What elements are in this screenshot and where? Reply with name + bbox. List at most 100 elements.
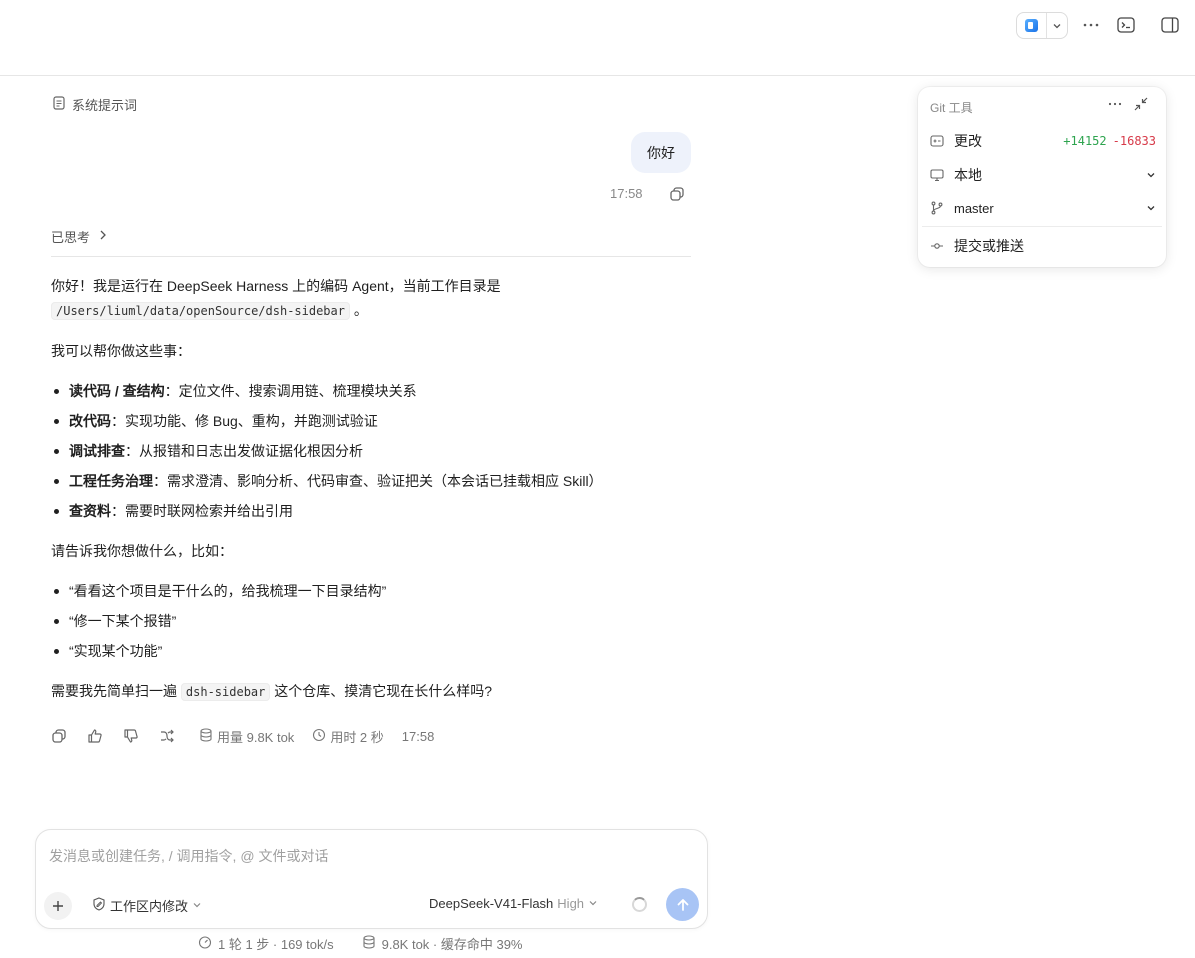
steps-text: 1 轮 1 步 · 169 tok/s (218, 937, 334, 952)
model-selector[interactable]: DeepSeek-V41-Flash High (429, 896, 598, 911)
answer-closing: 需要我先简单扫一遍 dsh-sidebar 这个仓库、摸清它现在长什么样吗? (51, 679, 711, 704)
list-item: 工程任务治理：需求澄清、影响分析、代码审查、验证把关（本会话已挂载相应 Skil… (51, 469, 711, 493)
examples-heading: 请告诉我你想做什么，比如： (51, 543, 233, 559)
gauge-icon (198, 935, 212, 952)
intro-end: 。 (353, 302, 368, 318)
more-horizontal-icon[interactable] (1108, 97, 1126, 113)
steps-stat: 1 轮 1 步 · 169 tok/s (198, 934, 334, 953)
capability-desc: ：需求澄清、影响分析、代码审查、验证把关（本会话已挂载相应 Skill） (153, 473, 603, 489)
capability-title: 工程任务治理 (69, 473, 153, 489)
chevron-down-icon[interactable] (1047, 21, 1067, 31)
answer-actions: 用量 9.8K tok 用时 2 秒 17:58 (51, 727, 452, 745)
capability-title: 调试排查 (69, 443, 125, 459)
usage-stat: 用量 9.8K tok (199, 727, 294, 746)
duration-text: 用时 2 秒 (330, 729, 384, 745)
duration-stat: 用时 2 秒 (312, 727, 384, 746)
database-icon (199, 727, 213, 745)
additions-count: +14152 (1063, 134, 1107, 148)
list-item: “看看这个项目是干什么的，给我梳理一下目录结构” (51, 579, 711, 603)
commit-push-label: 提交或推送 (954, 238, 1024, 254)
list-item: “修一下某个报错” (51, 609, 711, 633)
capabilities-list: 读代码 / 查结构：定位文件、搜索调用链、梳理模块关系 改代码：实现功能、修 B… (51, 379, 711, 523)
git-branch-row[interactable]: master (930, 197, 1156, 219)
system-prompt-label: 系统提示词 (72, 98, 138, 113)
repo-code: dsh-sidebar (180, 683, 271, 701)
working-dir-code: /Users/liuml/data/openSource/dsh-sidebar (51, 302, 350, 320)
answer-intro: 你好！我是运行在 DeepSeek Harness 上的编码 Agent，当前工… (51, 274, 711, 323)
branch-label: master (954, 200, 994, 216)
message-composer[interactable]: 发消息或创建任务, / 调用指令, @ 文件或对话 工作区内修改 DeepSee… (35, 829, 708, 929)
assistant-answer: 你好！我是运行在 DeepSeek Harness 上的编码 Agent，当前工… (51, 274, 711, 704)
capability-desc: ：从报错和日志出发做证据化根因分析 (125, 443, 363, 459)
git-commit-icon (930, 238, 946, 254)
user-message-time: 17:58 (610, 186, 643, 201)
capability-desc: ：需要时联网检索并给出引用 (111, 503, 293, 519)
chevron-down-icon[interactable] (1146, 203, 1156, 213)
database-icon (362, 935, 376, 952)
loading-spinner-icon (632, 897, 647, 912)
capability-title: 读代码 / 查结构 (69, 383, 165, 399)
capabilities-heading: 我可以帮你做这些事： (51, 343, 191, 359)
git-location-row[interactable]: 本地 (930, 164, 1156, 186)
user-message-bubble: 你好 (631, 132, 691, 173)
location-label: 本地 (954, 167, 982, 183)
session-stats: 1 轮 1 步 · 169 tok/s 9.8K tok · 缓存命中 39% (198, 934, 551, 953)
chevron-down-icon (192, 898, 202, 913)
copy-icon[interactable] (51, 728, 67, 744)
more-horizontal-icon[interactable] (1080, 14, 1102, 36)
scope-label: 工作区内修改 (110, 899, 189, 914)
chevron-down-icon[interactable] (1146, 170, 1156, 180)
closing-text: 需要我先简单扫一遍 (51, 683, 177, 699)
list-item: “实现某个功能” (51, 639, 711, 663)
model-name: DeepSeek-V41-Flash (429, 896, 554, 911)
message-input[interactable]: 发消息或创建任务, / 调用指令, @ 文件或对话 (49, 846, 328, 866)
copy-icon[interactable] (669, 186, 685, 202)
top-bar (0, 0, 1195, 76)
terminal-icon[interactable] (1115, 14, 1137, 36)
git-branch-icon (930, 200, 946, 216)
divider (922, 226, 1162, 227)
clock-icon (312, 728, 326, 745)
closing-text-end: 这个仓库、摸清它现在长什么样吗? (274, 683, 493, 699)
thumbs-up-icon[interactable] (87, 728, 103, 744)
git-tools-panel: Git 工具 更改 +14152 -16833 本地 master 提交或推送 (918, 87, 1166, 267)
git-changes-row[interactable]: 更改 +14152 -16833 (930, 130, 1156, 152)
branch-shuffle-icon[interactable] (159, 728, 175, 744)
chevron-down-icon (588, 896, 598, 911)
app-switch-icon[interactable] (1017, 13, 1047, 38)
system-prompt-toggle[interactable]: 系统提示词 (52, 95, 137, 114)
model-level: High (557, 896, 585, 911)
changes-label: 更改 (954, 133, 982, 149)
deletions-count: -16833 (1112, 134, 1156, 148)
thinking-label: 已思考 (51, 230, 91, 245)
git-panel-title: Git 工具 (930, 101, 973, 115)
app-switcher[interactable] (1016, 12, 1068, 39)
commit-push-button[interactable]: 提交或推送 (930, 235, 1156, 257)
shield-edit-icon (92, 897, 106, 914)
usage-text: 用量 9.8K tok (217, 729, 295, 745)
list-item: 调试排查：从报错和日志出发做证据化根因分析 (51, 439, 711, 463)
thinking-toggle[interactable]: 已思考 (51, 227, 691, 257)
intro-text: 你好！我是运行在 DeepSeek Harness 上的编码 Agent，当前工… (51, 278, 501, 294)
capability-title: 查资料 (69, 503, 111, 519)
collapse-icon[interactable] (1134, 97, 1150, 113)
tokens-text: 9.8K tok · 缓存命中 39% (381, 937, 523, 952)
sidebar-right-icon[interactable] (1159, 14, 1181, 36)
diff-icon (930, 133, 946, 149)
answer-time: 17:58 (401, 728, 435, 744)
scope-selector[interactable]: 工作区内修改 (92, 896, 202, 915)
capability-desc: ：实现功能、修 Bug、重构，并跑测试验证 (111, 413, 378, 429)
document-icon (52, 96, 66, 113)
list-item: 读代码 / 查结构：定位文件、搜索调用链、梳理模块关系 (51, 379, 711, 403)
list-item: 查资料：需要时联网检索并给出引用 (51, 499, 711, 523)
capability-title: 改代码 (69, 413, 111, 429)
tokens-stat: 9.8K tok · 缓存命中 39% (362, 934, 523, 953)
capability-desc: ：定位文件、搜索调用链、梳理模块关系 (164, 383, 417, 399)
send-button[interactable] (666, 888, 699, 921)
list-item: 改代码：实现功能、修 Bug、重构，并跑测试验证 (51, 409, 711, 433)
chevron-right-icon (98, 229, 108, 244)
add-attachment-button[interactable] (44, 892, 72, 920)
plus-icon (53, 901, 63, 911)
examples-list: “看看这个项目是干什么的，给我梳理一下目录结构” “修一下某个报错” “实现某个… (51, 579, 711, 663)
thumbs-down-icon[interactable] (123, 728, 139, 744)
